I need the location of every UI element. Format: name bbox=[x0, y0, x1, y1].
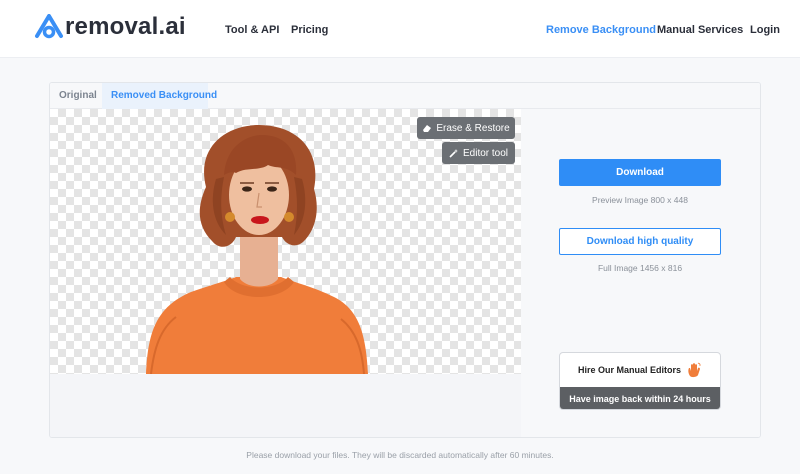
magic-wand-icon bbox=[449, 149, 458, 158]
turnaround-banner: Have image back within 24 hours bbox=[560, 387, 720, 409]
eraser-icon bbox=[423, 125, 432, 132]
view-tabs: Original Removed Background bbox=[50, 83, 760, 109]
top-header: removal.ai Tool & API Pricing Remove Bac… bbox=[0, 0, 800, 58]
tab-original[interactable]: Original bbox=[50, 83, 102, 109]
removal-logo-icon bbox=[35, 14, 63, 39]
image-area-footer bbox=[50, 374, 521, 437]
discard-notice: Please download your files. They will be… bbox=[246, 450, 554, 460]
nav-tool-api[interactable]: Tool & API bbox=[225, 24, 279, 36]
nav-pricing[interactable]: Pricing bbox=[291, 24, 328, 36]
cutout-portrait-image bbox=[146, 125, 368, 374]
nav-login[interactable]: Login bbox=[750, 24, 780, 36]
hire-editors-label: Hire Our Manual Editors bbox=[577, 365, 682, 375]
logo-text: removal.ai bbox=[65, 13, 186, 40]
erase-restore-label: Erase & Restore bbox=[436, 122, 510, 134]
editor-tool-button[interactable]: Editor tool bbox=[442, 142, 515, 164]
tab-removed-background[interactable]: Removed Background bbox=[102, 83, 217, 109]
download-hq-button[interactable]: Download high quality bbox=[559, 228, 721, 255]
download-button[interactable]: Download bbox=[559, 159, 721, 186]
preview-size-note: Preview Image 800 x 448 bbox=[592, 195, 688, 205]
hire-manual-editors-card[interactable]: Hire Our Manual Editors Have image back … bbox=[559, 352, 721, 410]
nav-manual-services[interactable]: Manual Services bbox=[657, 24, 743, 36]
nav-remove-background[interactable]: Remove Background bbox=[546, 24, 656, 36]
logo[interactable]: removal.ai bbox=[34, 12, 186, 42]
full-size-note: Full Image 1456 x 816 bbox=[597, 263, 683, 273]
hire-editors-row: Hire Our Manual Editors bbox=[560, 353, 720, 387]
image-preview[interactable]: Erase & Restore Editor tool bbox=[50, 109, 521, 374]
erase-restore-button[interactable]: Erase & Restore bbox=[417, 117, 515, 139]
editor-tool-label: Editor tool bbox=[462, 147, 509, 159]
waving-hand-icon bbox=[688, 362, 702, 378]
